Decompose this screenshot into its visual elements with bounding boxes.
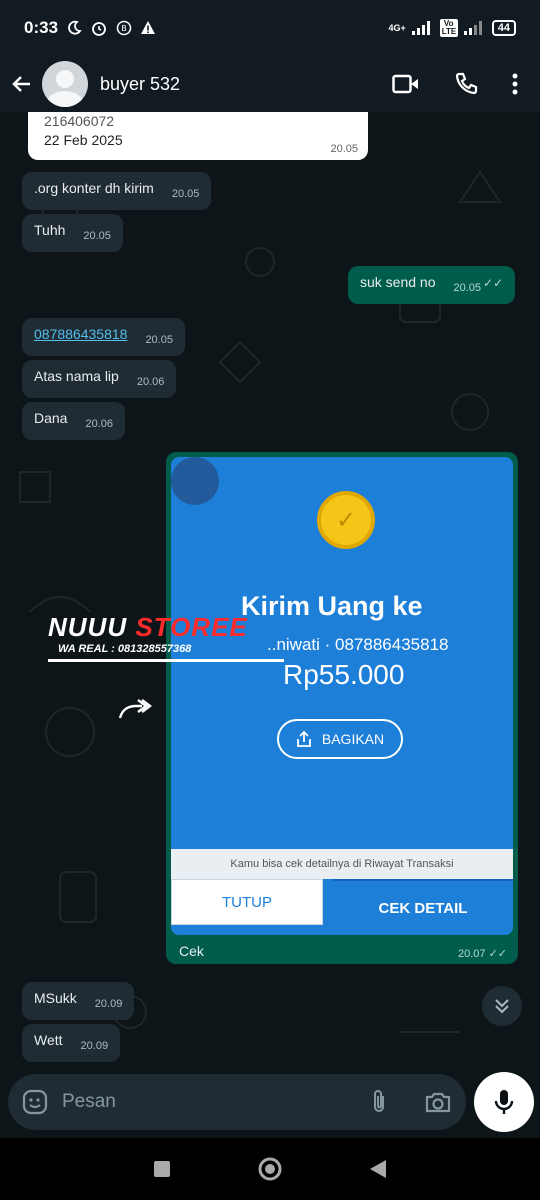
- chat-area[interactable]: 216406072 22 Feb 2025 20.05 .org konter …: [0, 112, 540, 1072]
- status-bar: 0:33 B 4G+ Vo LTE 44: [0, 0, 540, 56]
- contact-name[interactable]: buyer 532: [100, 74, 392, 95]
- more-options-icon[interactable]: [512, 72, 518, 96]
- phone-call-icon[interactable]: [454, 72, 478, 96]
- signal-2-icon: [463, 21, 482, 35]
- back-button[interactable]: [2, 56, 42, 112]
- message-time: 20.05: [453, 282, 482, 294]
- watermark-overlay: NUUU STOREE WA REAL : 081328557368: [48, 612, 288, 678]
- quoted-line-1: 216406072: [44, 113, 115, 129]
- message-text: Tuhh: [34, 222, 66, 238]
- status-system-icons: 4G+ Vo LTE 44: [388, 19, 516, 37]
- svg-text:B: B: [121, 24, 127, 33]
- signal-icon: [411, 21, 430, 35]
- network-type: 4G+: [388, 23, 406, 33]
- close-button: TUTUP: [171, 879, 323, 925]
- back-nav-icon[interactable]: [368, 1158, 388, 1180]
- message-text: Wett: [34, 1032, 63, 1048]
- read-receipt-icon: ✓✓: [488, 948, 507, 960]
- moon-icon: [68, 20, 82, 35]
- detail-button: CEK DETAIL: [333, 879, 513, 935]
- message-incoming[interactable]: Wett 20.09: [22, 1024, 121, 1062]
- paperclip-icon[interactable]: [368, 1089, 390, 1115]
- transaction-note: Kamu bisa cek detailnya di Riwayat Trans…: [171, 849, 513, 879]
- quoted-message-card[interactable]: 216406072 22 Feb 2025 20.05: [28, 112, 368, 160]
- message-text: Atas nama lip: [34, 368, 119, 384]
- transfer-amount: Rp55.000: [283, 659, 405, 690]
- watermark-underline: [48, 659, 284, 662]
- message-outgoing[interactable]: suk send no 20.05 ✓✓: [348, 266, 516, 304]
- message-time: 20.09: [94, 998, 123, 1010]
- message-composer: [0, 1072, 540, 1138]
- recent-apps-icon[interactable]: [152, 1159, 172, 1179]
- message-text: suk send no: [360, 274, 436, 290]
- transfer-screenshot-image[interactable]: ✓ Kirim Uang ke ..niwati · 087886435818 …: [171, 457, 513, 935]
- chat-header: buyer 532: [0, 56, 540, 112]
- double-chevron-down-icon: [495, 999, 509, 1014]
- share-icon: [296, 730, 311, 747]
- image-caption: Cek 20.07 ✓✓: [171, 935, 513, 960]
- message-text: MSukk: [34, 990, 77, 1006]
- message-time: 20.09: [80, 1040, 109, 1052]
- video-call-icon[interactable]: [392, 73, 420, 95]
- message-incoming[interactable]: Dana 20.06: [22, 402, 125, 440]
- message-incoming[interactable]: Tuhh 20.05: [22, 214, 123, 252]
- arrow-left-icon: [12, 76, 30, 92]
- watermark-title: NUUU STOREE: [48, 612, 248, 642]
- message-incoming[interactable]: .org konter dh kirim 20.05: [22, 172, 212, 210]
- forward-icon[interactable]: [118, 698, 152, 722]
- caption-text: Cek: [179, 943, 204, 959]
- volte-badge: Vo LTE: [439, 19, 458, 37]
- battery-indicator: 44: [491, 20, 516, 36]
- microphone-icon: [494, 1090, 514, 1114]
- message-time: 20.06: [85, 418, 113, 430]
- message-incoming[interactable]: 087886435818 20.05: [22, 318, 185, 356]
- status-notification-icons: B: [66, 19, 156, 37]
- message-time: 20.05: [83, 230, 111, 242]
- message-text: Dana: [34, 410, 68, 426]
- message-time: 20.07 ✓✓: [457, 948, 507, 960]
- avatar[interactable]: [42, 61, 88, 107]
- warning-icon: [141, 21, 156, 34]
- message-incoming[interactable]: Atas nama lip 20.06: [22, 360, 177, 398]
- system-navigation-bar: [0, 1138, 540, 1200]
- read-receipt-icon: ✓✓: [483, 276, 504, 290]
- sticker-icon[interactable]: [22, 1089, 48, 1115]
- image-corner-shape: [171, 457, 219, 505]
- transfer-recipient: ..niwati · 087886435818: [267, 635, 449, 654]
- status-time: 0:33: [24, 18, 59, 37]
- message-time: 20.05: [171, 188, 200, 200]
- image-message-outgoing[interactable]: ✓ Kirim Uang ke ..niwati · 087886435818 …: [166, 452, 518, 964]
- alarm-icon: [92, 22, 106, 36]
- share-button: BAGIKAN: [277, 719, 403, 759]
- message-incoming[interactable]: MSukk 20.09: [22, 982, 135, 1020]
- message-time: 20.05: [145, 334, 173, 346]
- check-coin-icon: ✓: [317, 491, 375, 549]
- message-input[interactable]: [62, 1091, 368, 1113]
- message-input-container: [8, 1074, 466, 1130]
- message-text: .org konter dh kirim: [34, 180, 154, 196]
- home-icon[interactable]: [257, 1156, 283, 1182]
- camera-icon[interactable]: [424, 1090, 452, 1114]
- quoted-line-2: 22 Feb 2025: [44, 132, 123, 148]
- share-label: BAGIKAN: [321, 731, 385, 747]
- phone-number-link[interactable]: 087886435818: [34, 326, 127, 342]
- watermark-subtitle: WA REAL : 081328557368: [58, 643, 192, 655]
- voice-message-button[interactable]: [474, 1072, 534, 1132]
- data-saver-icon: B: [116, 20, 132, 36]
- message-time: 20.06: [136, 376, 165, 388]
- scroll-to-bottom-button[interactable]: [482, 986, 522, 1026]
- message-time: 20.05: [330, 143, 358, 155]
